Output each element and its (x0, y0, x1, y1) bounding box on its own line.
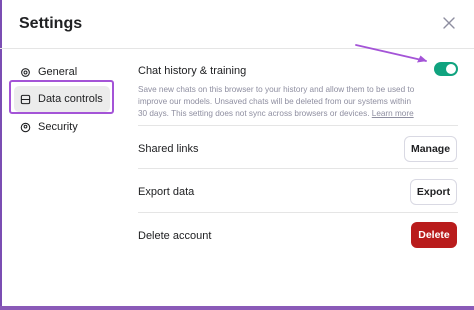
dialog-title: Settings (19, 15, 83, 32)
sidebar-item-label: General (38, 66, 78, 78)
window-left-edge (0, 0, 2, 310)
manage-button[interactable]: Manage (404, 136, 457, 162)
window-bottom-edge (0, 306, 474, 310)
chat-history-toggle[interactable] (434, 62, 458, 76)
shared-links-label: Shared links (138, 143, 199, 155)
delete-account-label: Delete account (138, 230, 212, 242)
row-divider (138, 125, 458, 126)
sidebar-item-security[interactable]: Security (14, 114, 110, 140)
shield-icon (20, 122, 31, 133)
annotation-highlight-box (9, 80, 114, 114)
annotation-arrow-icon (355, 44, 427, 63)
delete-button[interactable]: Delete (411, 222, 457, 248)
learn-more-link[interactable]: Learn more (372, 109, 414, 118)
export-data-label: Export data (138, 186, 195, 198)
gear-icon (20, 67, 31, 78)
export-button[interactable]: Export (410, 179, 457, 205)
chat-history-description: Save new chats on this browser to your h… (138, 84, 420, 120)
row-divider (138, 212, 458, 213)
row-divider (138, 168, 458, 169)
toggle-knob (446, 64, 456, 74)
chat-history-label: Chat history & training (138, 65, 247, 77)
close-icon[interactable] (440, 14, 458, 32)
sidebar-item-label: Security (38, 121, 78, 133)
